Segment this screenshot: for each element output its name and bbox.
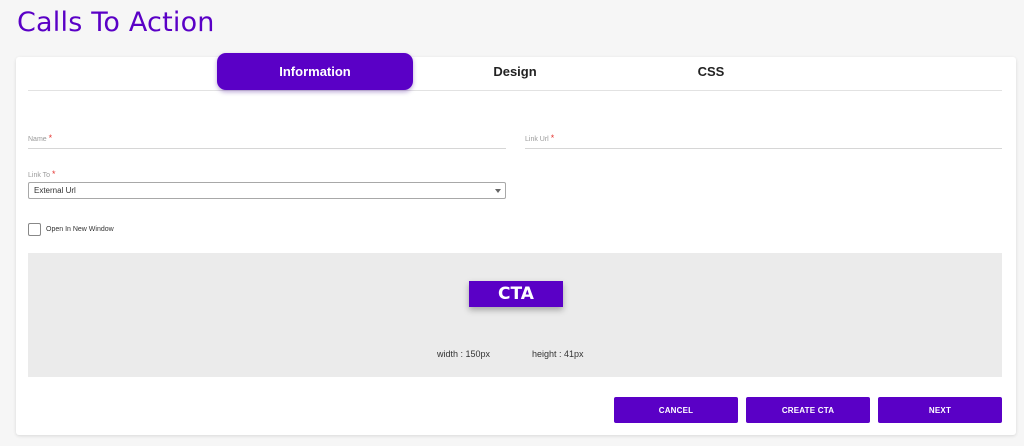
- cta-preview-area: CTA width : 150px height : 41px: [28, 253, 1002, 377]
- next-button[interactable]: NEXT: [878, 397, 1002, 423]
- open-new-window-row: Open In New Window: [28, 223, 114, 236]
- tab-design[interactable]: Design: [417, 53, 613, 90]
- tab-bar: Information Design CSS: [28, 53, 1002, 91]
- link-to-selected-value: External Url: [34, 186, 76, 195]
- preview-width-text: width : 150px: [437, 349, 491, 359]
- name-field-label: Name *: [28, 133, 52, 143]
- link-url-label-text: Link Url: [525, 136, 549, 143]
- open-new-window-label: Open In New Window: [46, 226, 114, 233]
- create-cta-button[interactable]: CREATE CTA: [746, 397, 870, 423]
- link-to-field-label: Link To *: [28, 169, 56, 179]
- name-input[interactable]: [28, 148, 506, 149]
- cancel-button[interactable]: CANCEL: [614, 397, 738, 423]
- name-label-text: Name: [28, 136, 47, 143]
- name-required-marker: *: [48, 133, 53, 143]
- link-url-field-label: Link Url *: [525, 133, 554, 143]
- preview-height-text: height : 41px: [532, 349, 584, 359]
- link-url-input[interactable]: [525, 148, 1002, 149]
- chevron-down-icon: [495, 189, 501, 193]
- link-to-label-text: Link To: [28, 172, 51, 179]
- cta-preview-button: CTA: [469, 281, 563, 307]
- page-title: Calls To Action: [17, 7, 215, 38]
- link-url-required-marker: *: [550, 133, 555, 143]
- cta-form-card: Information Design CSS Name * Link Url *…: [16, 53, 1016, 435]
- tab-information[interactable]: Information: [217, 53, 413, 90]
- link-to-required-marker: *: [52, 169, 56, 179]
- link-to-select[interactable]: External Url: [28, 182, 506, 199]
- tab-css[interactable]: CSS: [613, 53, 809, 90]
- open-new-window-checkbox[interactable]: [28, 223, 41, 236]
